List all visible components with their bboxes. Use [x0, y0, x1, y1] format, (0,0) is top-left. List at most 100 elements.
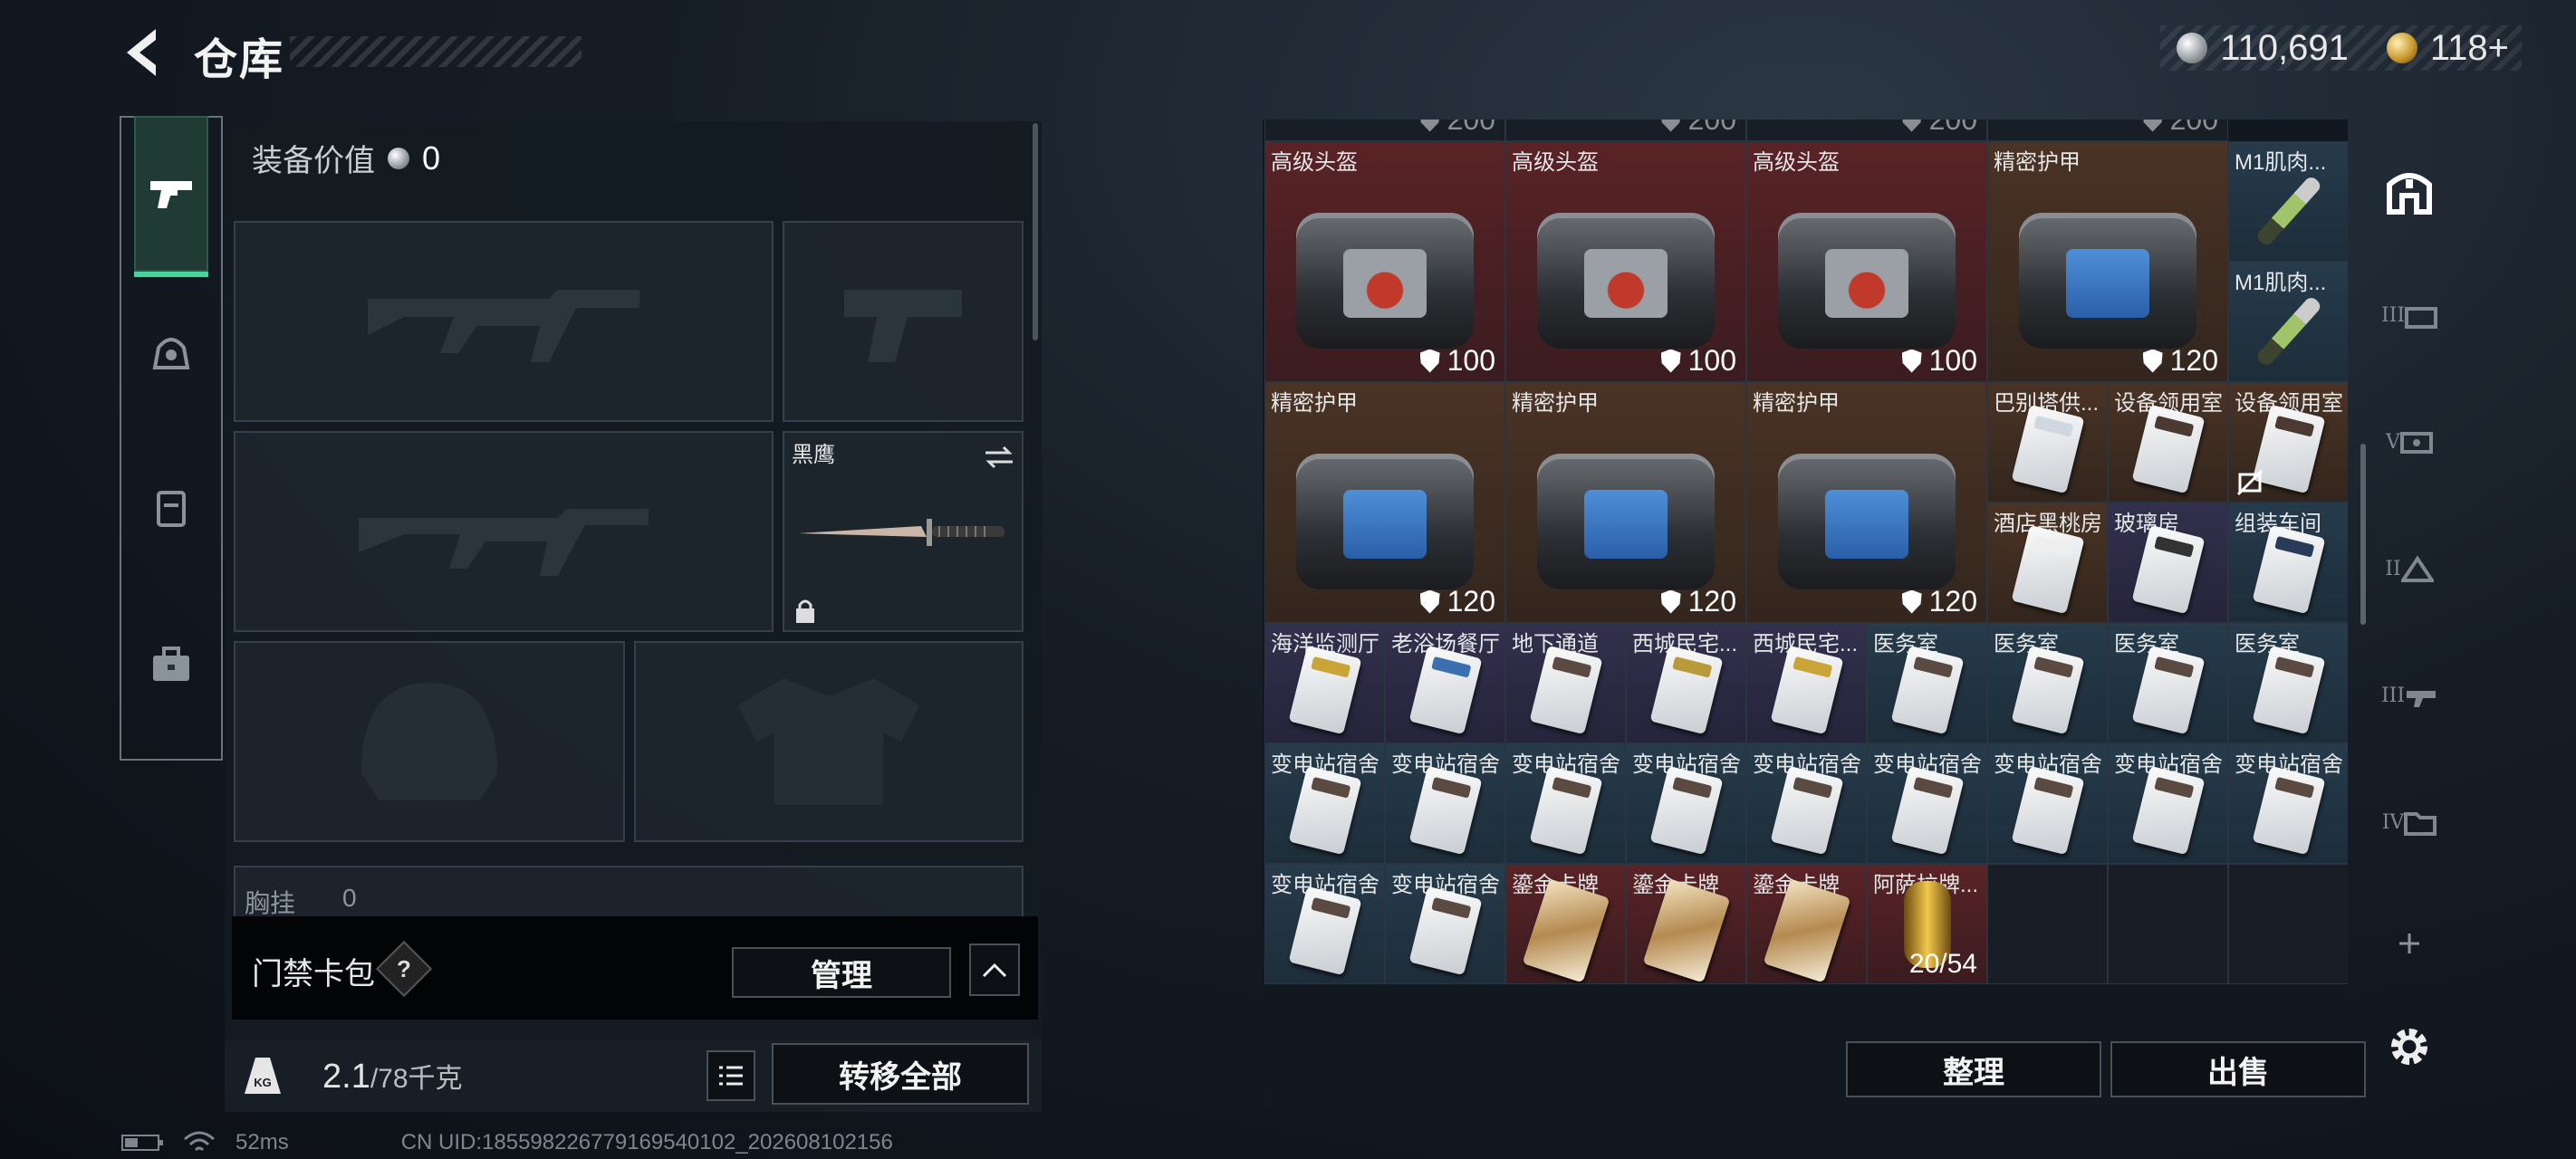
manage-button[interactable]: 管理 [732, 947, 951, 998]
stash-item-keycard[interactable]: 玻璃房 [2108, 503, 2228, 623]
primary-weapon-slot[interactable] [234, 221, 774, 422]
settings-button[interactable] [2380, 1018, 2438, 1076]
stash-item-partial[interactable]: 200 [1264, 120, 1505, 141]
stash-item-syringe[interactable]: M1肌肉... [2228, 141, 2348, 262]
stash-item-keycard[interactable]: 变电站宿舍 [1987, 743, 2108, 864]
tab-weapons[interactable] [134, 116, 208, 277]
stash-item-keycard[interactable]: 变电站宿舍 [1264, 743, 1385, 864]
stash-scrollbar[interactable] [2360, 444, 2366, 625]
silver-balance: 110,691 [2220, 27, 2349, 68]
card-pack-label: 门禁卡包 [252, 957, 375, 991]
stash-item-keycard[interactable]: 海洋监测厅 [1264, 623, 1385, 743]
stash-item-keycard[interactable]: 鎏金卡牌 [1626, 864, 1746, 984]
stash-item-keycard[interactable]: 医务室 [2228, 623, 2348, 743]
melee-slot[interactable]: 黑鹰 [783, 431, 1024, 632]
stash-empty-slot[interactable] [1987, 864, 2108, 984]
chest-rig-slot[interactable]: 胸挂 0 [234, 866, 1024, 920]
stash-item-keycard[interactable]: 变电站宿舍 [1867, 743, 1987, 864]
stash-item-keycard[interactable]: 鎏金卡牌 [1746, 864, 1867, 984]
tab-armor[interactable] [134, 429, 208, 585]
status-bar: 52ms CN UID:185598226779169540102_202608… [121, 1130, 893, 1155]
stash-item-keycard[interactable]: 变电站宿舍 [2108, 743, 2228, 864]
transfer-all-button[interactable]: 转移全部 [772, 1043, 1029, 1105]
stash-item-asala-card[interactable]: 阿萨拉牌...20/54 [1867, 864, 1987, 984]
stash-tab-2[interactable]: III [2380, 286, 2438, 344]
stash-item-keycard[interactable]: 西城民宅... [1746, 623, 1867, 743]
armor-slot[interactable] [634, 641, 1024, 842]
stash-item-keycard[interactable]: 变电站宿舍 [1264, 864, 1385, 984]
stash-item-helmet[interactable]: 高级头盔 100 [1264, 141, 1505, 382]
keycard-icon [1288, 766, 1361, 856]
secondary-weapon-slot[interactable] [234, 431, 774, 632]
sell-button[interactable]: 出售 [2110, 1041, 2366, 1097]
gold-coin-icon [2386, 33, 2417, 63]
stash-tab-1[interactable] [2380, 161, 2438, 219]
back-button[interactable] [120, 25, 167, 80]
stash-tab-3[interactable]: V [2380, 413, 2438, 471]
stash-item-keycard[interactable]: 老浴场餐厅 [1385, 623, 1505, 743]
stash-item-keycard[interactable]: 地下通道 [1505, 623, 1626, 743]
stash-item-armor[interactable]: 精密护甲 120 [1505, 382, 1746, 623]
durability: 120 [2142, 344, 2218, 378]
help-icon[interactable]: ? [375, 940, 433, 998]
helmet-slot[interactable] [234, 641, 625, 842]
stash-item-keycard[interactable]: 变电站宿舍 [1746, 743, 1867, 864]
stash-empty-slot[interactable] [2108, 864, 2228, 984]
list-view-button[interactable] [706, 1050, 755, 1101]
stash-empty-slot[interactable] [2228, 864, 2348, 984]
tab-backpack[interactable] [134, 587, 208, 742]
shield-icon [1419, 349, 1440, 373]
swap-icon[interactable] [982, 444, 1016, 471]
stash-item-keycard[interactable]: 设备领用室 [2228, 382, 2348, 503]
stash-item-armor[interactable]: 精密护甲 120 [1987, 141, 2228, 382]
weight-kg-icon: KG [245, 1058, 281, 1094]
stash-item-keycard[interactable]: 变电站宿舍 [1626, 743, 1746, 864]
stash-item-keycard[interactable]: 鎏金卡牌 [1505, 864, 1626, 984]
stash-item-keycard[interactable]: 设备领用室 [2108, 382, 2228, 503]
tab-helmet[interactable] [134, 273, 208, 429]
stash-item-syringe[interactable]: M1肌肉... [2228, 262, 2348, 382]
stash-item-keycard[interactable]: 变电站宿舍 [1385, 864, 1505, 984]
equipment-scrollbar[interactable] [1033, 123, 1038, 340]
stash-item-keycard[interactable]: 医务室 [1987, 623, 2108, 743]
stash-tab-4[interactable]: II [2380, 540, 2438, 598]
stash-item-keycard[interactable]: 酒店黑桃房 [1987, 503, 2108, 623]
durability-value: 120 [1928, 585, 1977, 618]
keycard-icon [2131, 766, 2205, 856]
pistol-slot[interactable] [783, 221, 1024, 422]
add-stash-tab-button[interactable] [2380, 915, 2438, 972]
stash-item-armor[interactable]: 精密护甲 120 [1264, 382, 1505, 623]
item-name: 精密护甲 [1994, 150, 2081, 175]
stash-item-keycard[interactable]: 变电站宿舍 [1505, 743, 1626, 864]
stash-item-keycard[interactable]: 变电站宿舍 [2228, 743, 2348, 864]
chest-rig-count: 0 [342, 884, 357, 912]
stash-item-helmet[interactable]: 高级头盔 100 [1746, 141, 1987, 382]
stash-item-keycard[interactable]: 组装车间 [2228, 503, 2348, 623]
armor-case-icon [2019, 213, 2196, 350]
equipment-value: 装备价值 0 [252, 136, 440, 180]
keycard-icon [2252, 646, 2325, 735]
durability: 120 [1660, 585, 1736, 618]
keycard-icon [2011, 525, 2084, 615]
stash-item-keycard[interactable]: 变电站宿舍 [1385, 743, 1505, 864]
stash-item-armor[interactable]: 精密护甲 120 [1746, 382, 1987, 623]
stash-item-helmet[interactable]: 高级头盔 100 [1505, 141, 1746, 382]
stash-item-keycard[interactable]: 医务室 [2108, 623, 2228, 743]
stash-item-keycard[interactable]: 医务室 [1867, 623, 1987, 743]
gold-balance[interactable]: 118+ [2430, 28, 2509, 69]
stash-item-keycard[interactable]: 巴别塔供... [1987, 382, 2108, 503]
stash-item-keycard[interactable]: 西城民宅... [1626, 623, 1746, 743]
syringe-icon [2254, 294, 2322, 369]
stash-grid: 200 200 200 200 高级头盔 100 高级头盔 100 高级头盔 100 精密护甲 120… [1264, 120, 2348, 1025]
stash-item-partial[interactable]: 200 [1746, 120, 1987, 141]
durability-value: 100 [1928, 344, 1977, 377]
shield-icon [1660, 589, 1681, 614]
broken-card-icon [2236, 469, 2264, 496]
sort-button[interactable]: 整理 [1846, 1041, 2101, 1097]
stash-tab-5[interactable]: III [2380, 666, 2438, 724]
expand-button[interactable] [969, 943, 1020, 996]
stash-item-partial[interactable]: 200 [1505, 120, 1746, 141]
stash-tab-6[interactable]: IV [2380, 793, 2438, 851]
stash-item-partial[interactable]: 200 [1987, 120, 2228, 141]
stash-rifle-icon [2407, 691, 2437, 707]
